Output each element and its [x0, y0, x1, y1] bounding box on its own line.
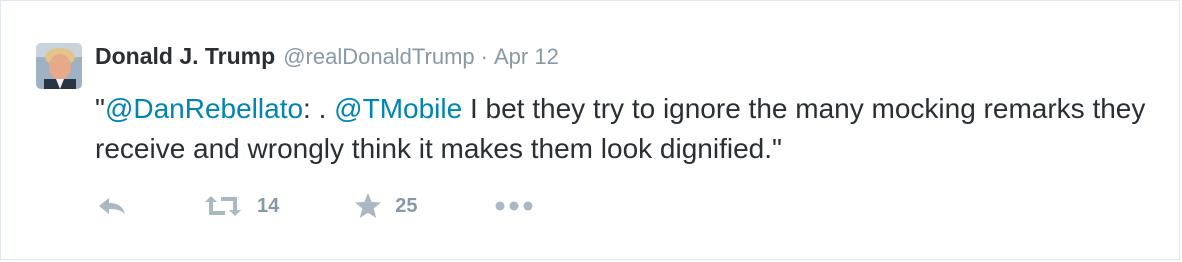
- favorite-button[interactable]: 25: [353, 192, 418, 220]
- tweet-actions: 14 25: [97, 191, 534, 221]
- avatar[interactable]: [36, 43, 82, 89]
- author-handle[interactable]: @realDonaldTrump: [283, 44, 474, 70]
- star-icon: [355, 193, 382, 218]
- reply-button[interactable]: [97, 195, 137, 217]
- more-dots-icon: [495, 201, 532, 211]
- retweet-button[interactable]: 14: [201, 194, 279, 218]
- tweet-text: "@DanRebellato: . @TMobile I bet they tr…: [95, 89, 1155, 169]
- timestamp[interactable]: Apr 12: [494, 44, 559, 70]
- retweet-icon: [205, 196, 241, 216]
- separator: ·: [480, 44, 488, 69]
- tweet-header: Donald J. Trump @realDonaldTrump · Apr 1…: [95, 43, 559, 73]
- author-name[interactable]: Donald J. Trump: [95, 43, 275, 70]
- mention-link[interactable]: @TMobile: [334, 93, 462, 124]
- quote-open: ": [95, 93, 105, 124]
- reply-icon: [99, 198, 125, 214]
- more-button[interactable]: [494, 200, 534, 212]
- tweet-card: Donald J. Trump @realDonaldTrump · Apr 1…: [0, 0, 1180, 260]
- retweet-count: 14: [257, 194, 280, 217]
- text-fragment: : .: [303, 93, 335, 124]
- mention-link[interactable]: @DanRebellato: [105, 93, 303, 124]
- favorite-count: 25: [395, 194, 418, 217]
